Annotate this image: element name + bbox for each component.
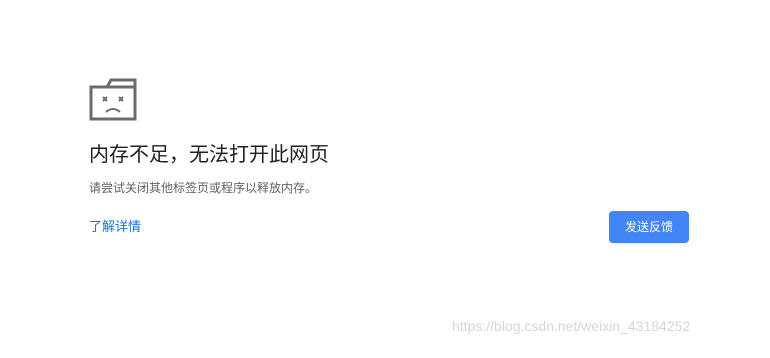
learn-more-link[interactable]: 了解详情 xyxy=(89,219,141,237)
watermark: https://blog.csdn.net/weixin_43184252 xyxy=(452,318,691,334)
error-page: 内存不足，无法打开此网页 请尝试关闭其他标签页或程序以释放内存。 了解详情 发送… xyxy=(0,0,770,358)
send-feedback-button[interactable]: 发送反馈 xyxy=(609,211,689,243)
sad-tab-icon xyxy=(89,78,137,121)
error-message: 请尝试关闭其他标签页或程序以释放内存。 xyxy=(89,181,318,195)
error-title: 内存不足，无法打开此网页 xyxy=(89,142,329,166)
